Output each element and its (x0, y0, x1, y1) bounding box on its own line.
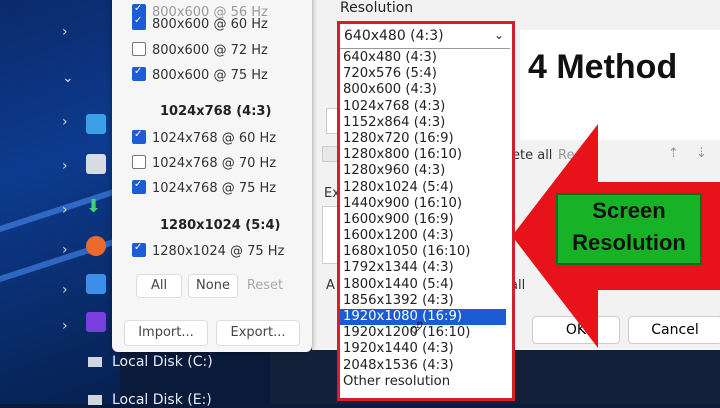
display-modes-panel: 800x600 @ 56 Hz 800x600 @ 60 Hz 800x600 … (112, 0, 312, 352)
checkbox[interactable] (132, 15, 146, 30)
resolution-select[interactable]: 640x480 (4:3) ⌄ (340, 24, 510, 49)
checkbox[interactable] (132, 155, 146, 169)
mode-item[interactable]: 800x600 @ 72 Hz (132, 42, 268, 58)
callout-line-1: Screen (592, 198, 666, 223)
a-label: A (326, 278, 335, 293)
checkbox[interactable] (132, 242, 146, 257)
resolution-option[interactable]: 1856x1392 (4:3) (340, 293, 506, 309)
resolution-option[interactable]: 2048x1536 (4:3) (340, 358, 506, 374)
resolution-option[interactable]: 1280x1024 (5:4) (340, 180, 506, 196)
documents-icon[interactable] (86, 154, 106, 174)
chevron-down-icon[interactable]: ⌄ (62, 70, 74, 86)
resolution-option[interactable]: 800x600 (4:3) (340, 82, 506, 98)
file-explorer-sidebar: › ⌄ › › › ⬇ › › › Local Disk (C:) Local … (0, 0, 213, 408)
mode-item[interactable]: 1024x768 @ 70 Hz (132, 155, 276, 171)
resolution-option[interactable]: 720x576 (5:4) (340, 66, 506, 82)
select-all-button[interactable]: All (136, 274, 182, 298)
resolution-option[interactable]: 1680x1050 (16:10) (340, 244, 506, 260)
background-checkbox[interactable] (322, 146, 338, 162)
drive-c[interactable]: Local Disk (C:) (88, 354, 213, 370)
checkbox[interactable] (132, 66, 146, 81)
chevron-down-icon: ⌄ (493, 28, 504, 42)
checkbox[interactable] (132, 129, 146, 144)
resolution-label: Resolution (340, 0, 414, 16)
reset-button[interactable]: Reset (242, 274, 288, 298)
mouse-cursor-icon: ⮰ (410, 318, 423, 337)
chevron-right-icon[interactable]: › (62, 158, 68, 174)
screen-resolution-callout: Screen Resolution (556, 193, 702, 265)
resolution-option[interactable]: 1920x1440 (4:3) (340, 341, 506, 357)
checkbox[interactable] (132, 179, 146, 194)
resolution-option[interactable]: 1800x1440 (5:4) (340, 277, 506, 293)
resolution-option[interactable]: Other resolution (340, 374, 506, 390)
resolution-option[interactable]: 1280x720 (16:9) (340, 131, 506, 147)
drive-icon (88, 357, 102, 367)
resolution-option[interactable]: 1280x960 (4:3) (340, 163, 506, 179)
method-title: 4 Method (528, 48, 678, 86)
chevron-right-icon[interactable]: › (62, 242, 68, 258)
desktop-icon[interactable] (86, 114, 106, 134)
mode-item[interactable]: 800x600 @ 60 Hz (132, 15, 268, 32)
chevron-right-icon[interactable]: › (62, 202, 68, 218)
callout-line-2: Resolution (572, 230, 686, 255)
checkbox[interactable] (132, 42, 146, 56)
import-button[interactable]: Import... (124, 320, 208, 346)
music-icon[interactable] (86, 236, 106, 256)
group-heading: 1280x1024 (5:4) (160, 218, 281, 233)
videos-icon[interactable] (86, 312, 106, 332)
chevron-right-icon[interactable]: › (62, 282, 68, 298)
chevron-right-icon[interactable]: › (62, 318, 68, 334)
resolution-option[interactable]: 1152x864 (4:3) (340, 115, 506, 131)
resolution-option[interactable]: 1792x1344 (4:3) (340, 260, 506, 276)
resolution-option[interactable]: 1280x800 (16:10) (340, 147, 506, 163)
chevron-right-icon[interactable]: › (62, 114, 68, 130)
resolution-options-list[interactable]: 640x480 (4:3) 720x576 (5:4) 800x600 (4:3) 1… (340, 50, 506, 390)
resolution-option[interactable]: 1920x1200 (16:10) (340, 325, 506, 341)
resolution-option[interactable]: 1600x900 (16:9) (340, 212, 506, 228)
resolution-option[interactable]: 1024x768 (4:3) (340, 99, 506, 115)
resolution-option[interactable]: 1440x900 (16:10) (340, 196, 506, 212)
resolution-option[interactable]: 1600x1200 (4:3) (340, 228, 506, 244)
mode-item[interactable]: 800x600 @ 75 Hz (132, 66, 268, 83)
downloads-icon[interactable]: ⬇ (86, 196, 106, 217)
group-heading: 1024x768 (4:3) (160, 104, 272, 119)
chevron-right-icon[interactable]: › (62, 24, 68, 40)
mode-item[interactable]: 1024x768 @ 60 Hz (132, 129, 276, 146)
resolution-selected-value: 640x480 (4:3) (344, 28, 444, 44)
mode-item[interactable]: 1024x768 @ 75 Hz (132, 179, 276, 196)
drive-e[interactable]: Local Disk (E:) (88, 392, 212, 408)
resolution-option[interactable]: 640x480 (4:3) (340, 50, 506, 66)
select-none-button[interactable]: None (188, 274, 238, 298)
resolution-option[interactable]: 1920x1080 (16:9) (340, 309, 506, 326)
pictures-icon[interactable] (86, 274, 106, 294)
mode-item[interactable]: 1280x1024 @ 75 Hz (132, 242, 284, 259)
export-button[interactable]: Export... (216, 320, 300, 346)
